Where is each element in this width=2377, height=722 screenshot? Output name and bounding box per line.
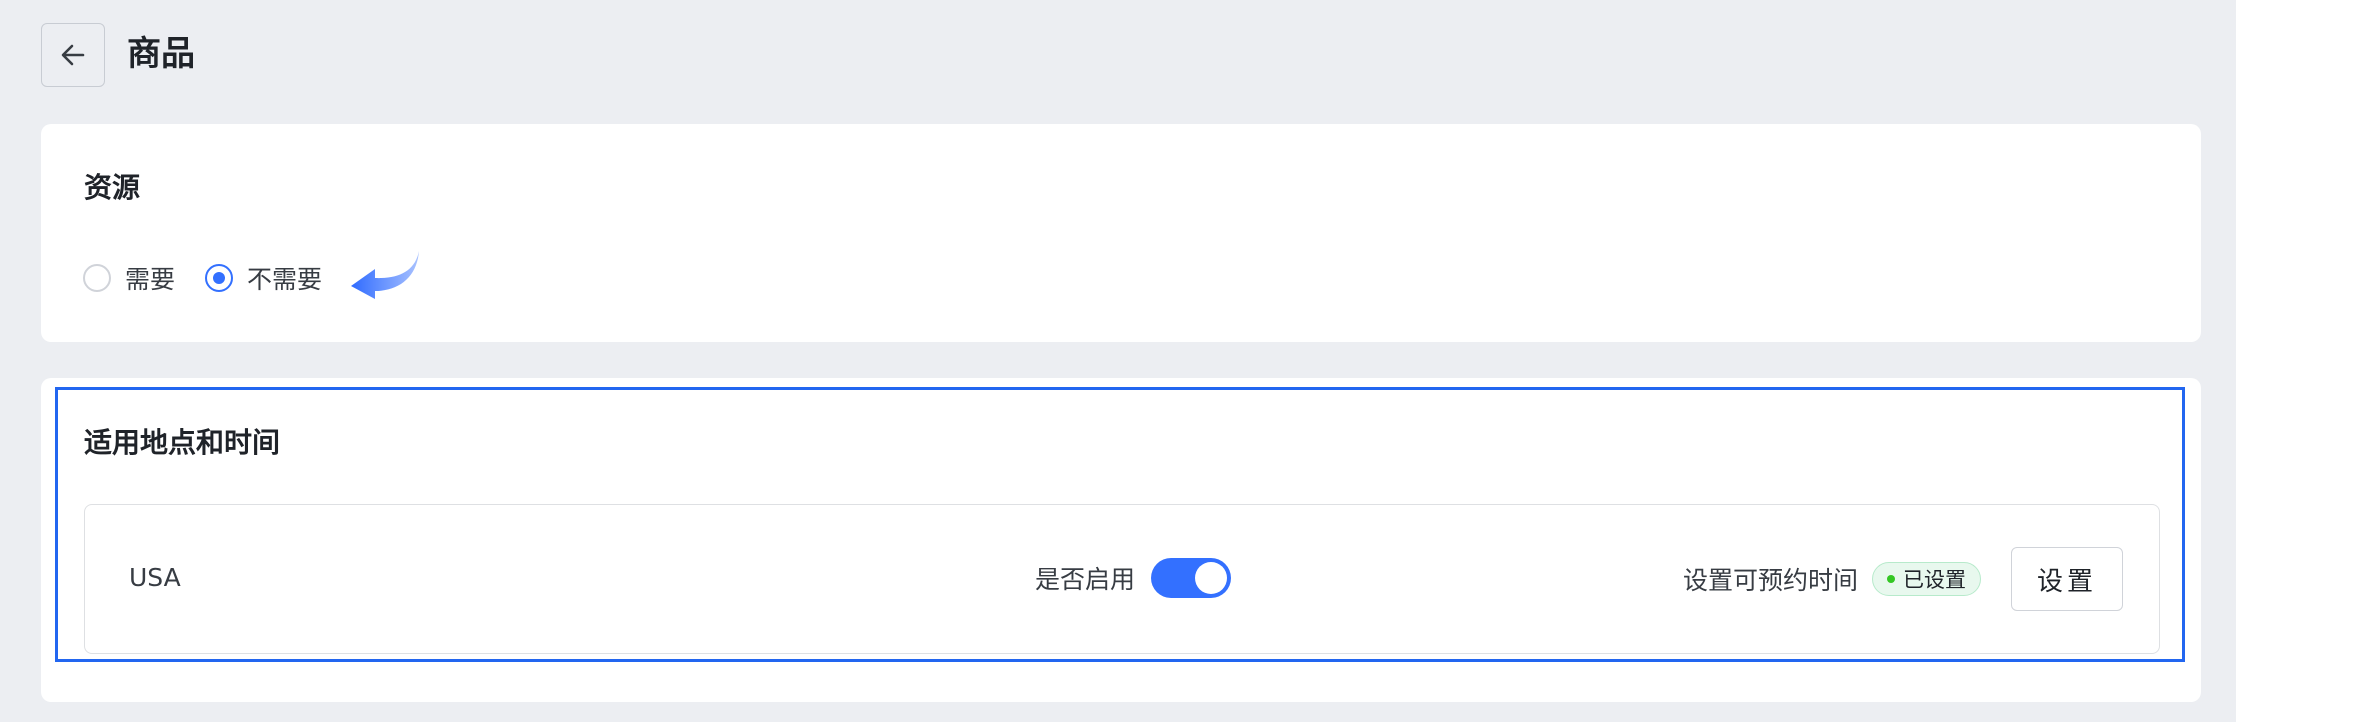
status-dot (1887, 575, 1895, 583)
enable-group: 是否启用 (1035, 558, 1232, 598)
radio-not-need-circle[interactable] (205, 264, 234, 292)
status-text: 已设置 (1903, 568, 1966, 592)
curved-arrow-left-icon (351, 251, 419, 299)
location-card: 适用地点和时间 USA 是否启用 设置可预约时间 已设置 设置 (41, 378, 2201, 702)
set-button[interactable]: 设置 (2011, 547, 2123, 611)
location-name: USA (129, 563, 181, 592)
app-canvas: 商品 资源 需要 不需要 适用地点和时间 USA 是否启用 设置可预约时间 已设… (0, 0, 2236, 722)
back-button[interactable] (41, 23, 105, 87)
resource-title: 资源 (84, 171, 141, 204)
enable-toggle[interactable] (1151, 558, 1232, 598)
radio-not-need[interactable]: 不需要 (205, 260, 322, 296)
radio-need-circle[interactable] (83, 264, 111, 292)
toggle-knob (1195, 562, 1228, 594)
location-row: USA 是否启用 设置可预约时间 已设置 设置 (84, 504, 2160, 654)
page-title: 商品 (127, 34, 195, 74)
status-badge: 已设置 (1872, 562, 1981, 596)
time-group: 设置可预约时间 已设置 设置 (1683, 547, 2123, 611)
radio-not-need-label: 不需要 (247, 265, 323, 294)
arrow-left-icon (61, 44, 85, 66)
location-title: 适用地点和时间 (84, 426, 281, 459)
resource-card: 资源 需要 不需要 (41, 124, 2201, 342)
booking-time-label: 设置可预约时间 (1682, 566, 1858, 595)
resource-radio-group: 需要 不需要 (83, 260, 352, 296)
radio-need[interactable]: 需要 (83, 260, 175, 296)
radio-need-label: 需要 (125, 265, 176, 294)
enable-label: 是否启用 (1035, 565, 1136, 594)
